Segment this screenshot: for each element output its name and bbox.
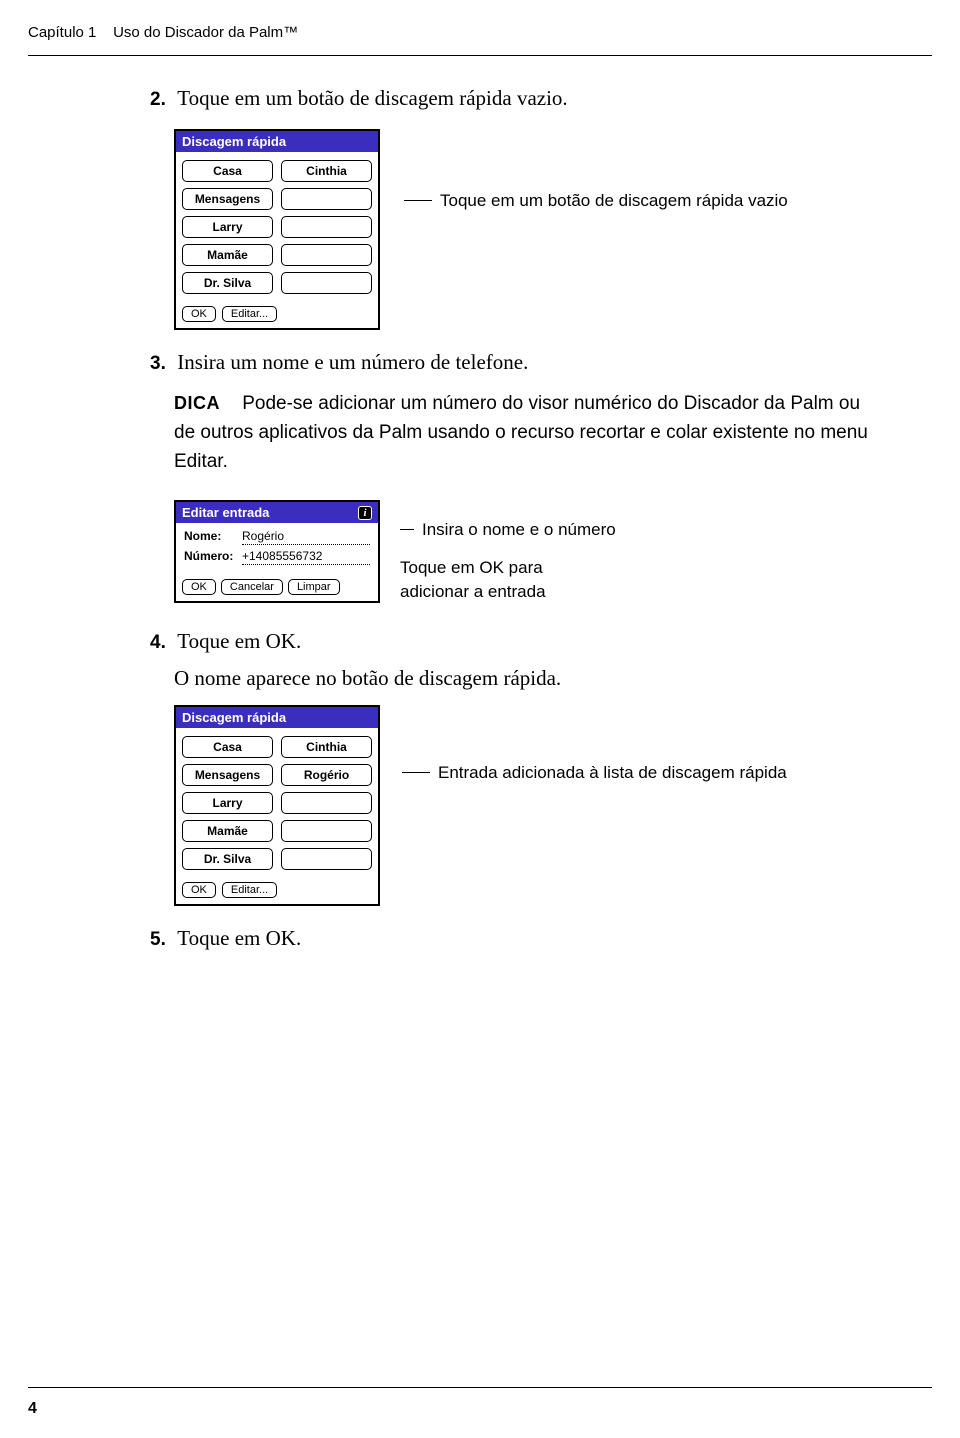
figure-speed-dial-1: Discagem rápida Casa Cinthia Mensagens L… bbox=[174, 129, 900, 330]
step-num: 4. bbox=[150, 632, 172, 654]
sd-button[interactable]: Cinthia bbox=[281, 160, 372, 182]
step-text: Toque em OK. bbox=[177, 629, 301, 653]
palm-titlebar: Discagem rápida bbox=[176, 131, 378, 152]
name-row: Nome: Rogério bbox=[184, 529, 370, 545]
info-icon[interactable]: i bbox=[358, 506, 372, 520]
annotation-text: Toque em OK para bbox=[400, 556, 546, 580]
annotation-group: Insira o nome e o número Toque em OK par… bbox=[400, 500, 616, 571]
sd-button[interactable]: Mamãe bbox=[182, 244, 273, 266]
ok-button[interactable]: OK bbox=[182, 579, 216, 595]
step-3: 3. Insira um nome e um número de telefon… bbox=[150, 350, 900, 375]
sd-button-empty[interactable] bbox=[281, 188, 372, 210]
ok-button[interactable]: OK bbox=[182, 882, 216, 898]
sd-button[interactable]: Larry bbox=[182, 792, 273, 814]
figure-speed-dial-2: Discagem rápida Casa Cinthia Mensagens R… bbox=[174, 705, 900, 906]
sd-button[interactable]: Mensagens bbox=[182, 764, 273, 786]
step-text: Toque em um botão de discagem rápida vaz… bbox=[177, 86, 567, 110]
clear-button[interactable]: Limpar bbox=[288, 579, 340, 595]
sd-button-empty[interactable] bbox=[281, 244, 372, 266]
leader-line bbox=[404, 200, 432, 201]
leader-line bbox=[402, 772, 430, 773]
sd-button[interactable]: Mamãe bbox=[182, 820, 273, 842]
edit-title: Editar entrada bbox=[182, 505, 269, 520]
annotation: Entrada adicionada à lista de discagem r… bbox=[402, 705, 787, 785]
edit-button[interactable]: Editar... bbox=[222, 882, 277, 898]
leader-line bbox=[400, 529, 414, 530]
sd-button-empty[interactable] bbox=[281, 216, 372, 238]
sd-button[interactable]: Dr. Silva bbox=[182, 848, 273, 870]
step-4: 4. Toque em OK. bbox=[150, 629, 900, 654]
name-label: Nome: bbox=[184, 529, 242, 543]
palm-speed-dial: Discagem rápida Casa Cinthia Mensagens R… bbox=[174, 705, 380, 906]
page-number: 4 bbox=[28, 1400, 37, 1418]
footer-rule bbox=[28, 1387, 932, 1388]
cancel-button[interactable]: Cancelar bbox=[221, 579, 283, 595]
ok-button[interactable]: OK bbox=[182, 306, 216, 322]
sd-button[interactable]: Casa bbox=[182, 736, 273, 758]
sd-button-empty[interactable] bbox=[281, 272, 372, 294]
page-header: Capítulo 1 Uso do Discador da Palm™ bbox=[0, 0, 960, 49]
step-4-body: O nome aparece no botão de discagem rápi… bbox=[174, 666, 900, 691]
sd-button-empty[interactable] bbox=[281, 792, 372, 814]
palm-title: Discagem rápida bbox=[182, 134, 286, 149]
edit-button[interactable]: Editar... bbox=[222, 306, 277, 322]
sd-button-new[interactable]: Rogério bbox=[281, 764, 372, 786]
speed-dial-grid: Casa Cinthia Mensagens Rogério Larry Mam… bbox=[182, 736, 372, 870]
annotation-text: Entrada adicionada à lista de discagem r… bbox=[438, 761, 787, 785]
step-text: Insira um nome e um número de telefone. bbox=[177, 350, 528, 374]
sd-button[interactable]: Dr. Silva bbox=[182, 272, 273, 294]
chapter-label: Capítulo 1 bbox=[28, 24, 96, 41]
annotation-text: Insira o nome e o número bbox=[422, 518, 616, 542]
annotation-text: Toque em um botão de discagem rápida vaz… bbox=[440, 189, 788, 213]
tip-label: DICA bbox=[174, 393, 220, 413]
chapter-title: Uso do Discador da Palm™ bbox=[113, 24, 298, 41]
sd-button[interactable]: Mensagens bbox=[182, 188, 273, 210]
annotation: Toque em um botão de discagem rápida vaz… bbox=[404, 185, 788, 217]
step-num: 2. bbox=[150, 89, 172, 111]
sd-button[interactable]: Casa bbox=[182, 160, 273, 182]
sd-button-empty[interactable] bbox=[281, 848, 372, 870]
tip-text: Pode-se adicionar um número do visor num… bbox=[174, 393, 868, 472]
palm-speed-dial: Discagem rápida Casa Cinthia Mensagens L… bbox=[174, 129, 380, 330]
step-num: 3. bbox=[150, 353, 172, 375]
name-field[interactable]: Rogério bbox=[242, 529, 370, 545]
number-label: Número: bbox=[184, 549, 242, 563]
palm-edit-dialog: Editar entrada i Nome: Rogério Número: +… bbox=[174, 500, 380, 603]
step-2: 2. Toque em um botão de discagem rápida … bbox=[150, 86, 900, 111]
number-row: Número: +14085556732 bbox=[184, 549, 370, 565]
step-5: 5. Toque em OK. bbox=[150, 926, 900, 951]
palm-titlebar: Discagem rápida bbox=[176, 707, 378, 728]
tip-block: DICA Pode-se adicionar um número do viso… bbox=[174, 389, 900, 476]
sd-button[interactable]: Cinthia bbox=[281, 736, 372, 758]
speed-dial-grid: Casa Cinthia Mensagens Larry Mamãe Dr. S… bbox=[182, 160, 372, 294]
figure-edit-entry: Editar entrada i Nome: Rogério Número: +… bbox=[174, 500, 900, 603]
number-field[interactable]: +14085556732 bbox=[242, 549, 370, 565]
step-num: 5. bbox=[150, 929, 172, 951]
sd-button[interactable]: Larry bbox=[182, 216, 273, 238]
sd-button-empty[interactable] bbox=[281, 820, 372, 842]
step-text: Toque em OK. bbox=[177, 926, 301, 950]
annotation-text: adicionar a entrada bbox=[400, 580, 546, 604]
palm-title: Discagem rápida bbox=[182, 710, 286, 725]
edit-titlebar: Editar entrada i bbox=[176, 502, 378, 523]
